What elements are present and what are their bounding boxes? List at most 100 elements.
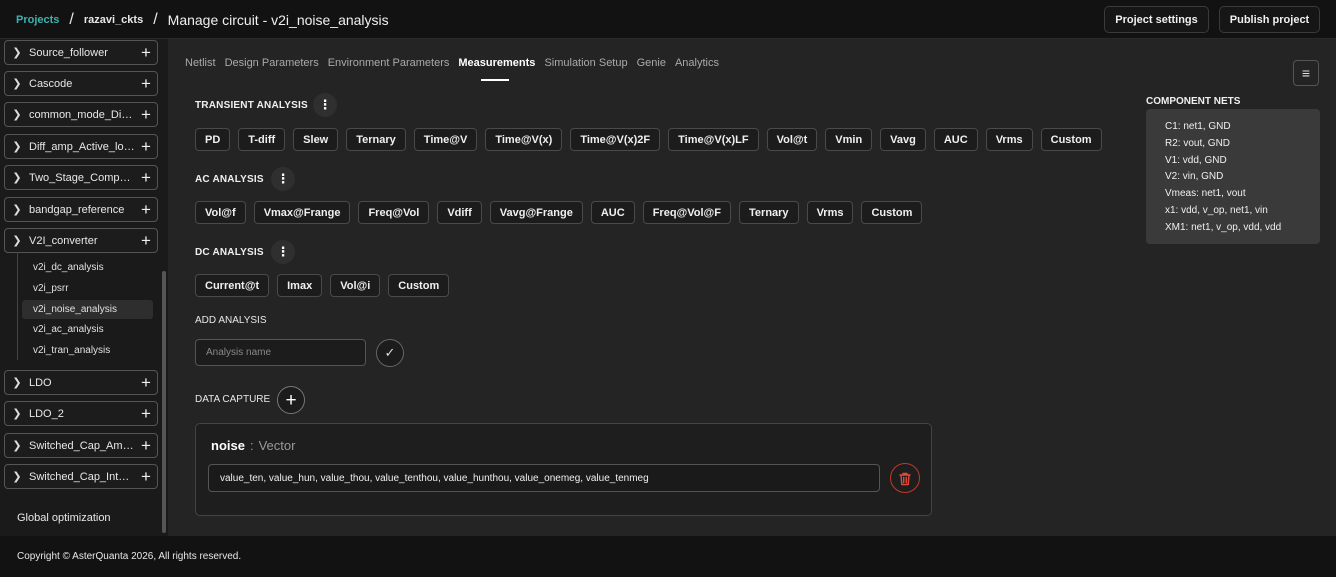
chip-vrms[interactable]: Vrms — [985, 128, 1033, 151]
sidebar-item-switched-cap-integrator[interactable]: ❯ Switched_Cap_Integr... + — [4, 464, 158, 489]
add-data-capture-button[interactable]: + — [277, 386, 305, 414]
chip-vmin[interactable]: Vmin — [825, 128, 873, 151]
chip-vavg[interactable]: Vavg — [880, 128, 926, 151]
tab-simulation-setup[interactable]: Simulation Setup — [544, 57, 627, 81]
data-capture-values-field[interactable]: value_ten, value_hun, value_thou, value_… — [208, 464, 880, 492]
chevron-right-icon[interactable]: ❯ — [5, 470, 29, 483]
chip-vdiff[interactable]: Vdiff — [437, 201, 482, 224]
chip-auc[interactable]: AUC — [590, 201, 635, 224]
sidebar-item-ldo-2[interactable]: ❯ LDO_2 + — [4, 401, 158, 426]
chip-current-at-t[interactable]: Current@t — [195, 274, 270, 297]
add-icon[interactable]: + — [135, 405, 157, 422]
sidebar-subitem-v2i-dc-analysis[interactable]: v2i_dc_analysis — [22, 258, 153, 277]
confirm-check-icon[interactable]: ✓ — [376, 339, 404, 367]
analysis-name-input[interactable] — [195, 339, 366, 366]
chip-time-at-v[interactable]: Time@V — [413, 128, 478, 151]
sidebar-item-source-follower[interactable]: ❯ Source_follower + — [4, 40, 158, 65]
sidebar-item-ldo[interactable]: ❯ LDO + — [4, 370, 158, 395]
sidebar-scrollbar[interactable] — [162, 271, 166, 533]
chevron-right-icon[interactable]: ❯ — [5, 439, 29, 452]
chip-freq-at-vol[interactable]: Freq@Vol — [358, 201, 430, 224]
project-settings-button[interactable]: Project settings — [1104, 6, 1209, 33]
add-icon[interactable]: + — [135, 437, 157, 454]
chip-time-at-vx-2f[interactable]: Time@V(x)2F — [570, 128, 661, 151]
add-icon[interactable]: + — [135, 75, 157, 92]
chevron-right-icon[interactable]: ❯ — [5, 46, 29, 59]
chip-vavg-at-frange[interactable]: Vavg@Frange — [489, 201, 583, 224]
tab-environment-parameters[interactable]: Environment Parameters — [328, 57, 450, 81]
chevron-right-icon[interactable]: ❯ — [5, 140, 29, 153]
sidebar-subitem-v2i-ac-analysis[interactable]: v2i_ac_analysis — [22, 320, 153, 339]
chip-time-at-vx[interactable]: Time@V(x) — [485, 128, 563, 151]
sidebar-item-switched-cap-amplifier[interactable]: ❯ Switched_Cap_Ampli... + — [4, 433, 158, 458]
chevron-down-icon[interactable]: ❯ — [5, 234, 29, 247]
chip-auc[interactable]: AUC — [933, 128, 978, 151]
chip-freq-at-vol-at-f[interactable]: Freq@Vol@F — [642, 201, 732, 224]
chip-t-diff[interactable]: T-diff — [238, 128, 286, 151]
add-icon[interactable]: + — [135, 374, 157, 391]
chip-vol-at-i[interactable]: Vol@i — [330, 274, 381, 297]
publish-project-button[interactable]: Publish project — [1219, 6, 1320, 33]
chip-ternary[interactable]: Ternary — [346, 128, 406, 151]
breadcrumb-separator: / — [69, 10, 74, 28]
sidebar-item-common-mode-diffamp[interactable]: ❯ common_mode_Diffa... + — [4, 102, 158, 127]
chevron-right-icon[interactable]: ❯ — [5, 203, 29, 216]
sidebar-item-v2i-converter[interactable]: ❯ V2I_converter + — [4, 228, 158, 253]
add-icon[interactable]: + — [135, 201, 157, 218]
tab-measurements[interactable]: Measurements — [458, 57, 535, 81]
tab-analytics[interactable]: Analytics — [675, 57, 719, 81]
tab-netlist[interactable]: Netlist — [185, 57, 216, 81]
sidebar-item-bandgap-reference[interactable]: ❯ bandgap_reference + — [4, 197, 158, 222]
chevron-right-icon[interactable]: ❯ — [5, 171, 29, 184]
chip-vol-at-f[interactable]: Vol@f — [195, 201, 246, 224]
chip-custom[interactable]: Custom — [861, 201, 923, 224]
component-net-line: R2: vout, GND — [1165, 137, 1231, 149]
sidebar-item-cascode[interactable]: ❯ Cascode + — [4, 71, 158, 96]
sidebar-item-label: Switched_Cap_Ampli... — [29, 439, 135, 452]
tab-genie[interactable]: Genie — [637, 57, 666, 81]
chip-time-at-vx-lf[interactable]: Time@V(x)LF — [668, 128, 759, 151]
component-net-line: Vmeas: net1, vout — [1165, 188, 1246, 200]
breadcrumb-projects-link[interactable]: Projects — [16, 14, 59, 26]
chip-pd[interactable]: PD — [195, 128, 231, 151]
chevron-right-icon[interactable]: ❯ — [5, 77, 29, 90]
chip-vrms[interactable]: Vrms — [806, 201, 854, 224]
global-optimization-link[interactable]: Global optimization — [17, 512, 111, 524]
sidebar-item-label: Diff_amp_Active_load — [29, 140, 135, 153]
chevron-right-icon[interactable]: ❯ — [5, 376, 29, 389]
chip-imax[interactable]: Imax — [277, 274, 323, 297]
kebab-menu-icon[interactable]: ⋮ — [313, 93, 337, 117]
sidebar-subitem-v2i-noise-analysis[interactable]: v2i_noise_analysis — [22, 300, 153, 319]
kebab-menu-icon[interactable]: ⋮ — [271, 167, 295, 191]
breadcrumb-project-link[interactable]: razavi_ckts — [84, 14, 143, 26]
add-icon[interactable]: + — [135, 138, 157, 155]
sidebar-subitem-v2i-psrr[interactable]: v2i_psrr — [22, 279, 153, 298]
tab-design-parameters[interactable]: Design Parameters — [225, 57, 319, 81]
component-nets-panel: C1: net1, GND R2: vout, GND V1: vdd, GND… — [1146, 109, 1320, 244]
menu-icon[interactable]: ≡ — [1293, 60, 1319, 86]
component-net-line: x1: vdd, v_op, net1, vin — [1165, 204, 1268, 216]
sidebar-item-label: LDO_2 — [29, 407, 64, 420]
add-icon[interactable]: + — [135, 44, 157, 61]
chevron-right-icon[interactable]: ❯ — [5, 108, 29, 121]
add-icon[interactable]: + — [135, 169, 157, 186]
chip-vmax-at-frange[interactable]: Vmax@Frange — [253, 201, 351, 224]
component-net-line: C1: net1, GND — [1165, 121, 1231, 132]
chip-ternary[interactable]: Ternary — [739, 201, 799, 224]
delete-trash-icon[interactable] — [890, 463, 920, 493]
sidebar-item-two-stage-comparator[interactable]: ❯ Two_Stage_Compara... + — [4, 165, 158, 190]
page-title: Manage circuit - v2i_noise_analysis — [167, 11, 389, 28]
sidebar-subitem-v2i-tran-analysis[interactable]: v2i_tran_analysis — [22, 341, 153, 360]
chip-slew[interactable]: Slew — [293, 128, 339, 151]
add-icon[interactable]: + — [135, 106, 157, 123]
chip-vol-at-t[interactable]: Vol@t — [766, 128, 818, 151]
component-net-line: V1: vdd, GND — [1165, 154, 1227, 166]
chip-custom[interactable]: Custom — [388, 274, 450, 297]
sidebar-item-diff-amp-active-load[interactable]: ❯ Diff_amp_Active_load + — [4, 134, 158, 159]
sidebar-item-label: Cascode — [29, 77, 73, 90]
chip-custom[interactable]: Custom — [1040, 128, 1102, 151]
add-icon[interactable]: + — [135, 468, 157, 485]
chevron-right-icon[interactable]: ❯ — [5, 407, 29, 420]
add-icon[interactable]: + — [135, 232, 157, 249]
kebab-menu-icon[interactable]: ⋮ — [271, 240, 295, 264]
